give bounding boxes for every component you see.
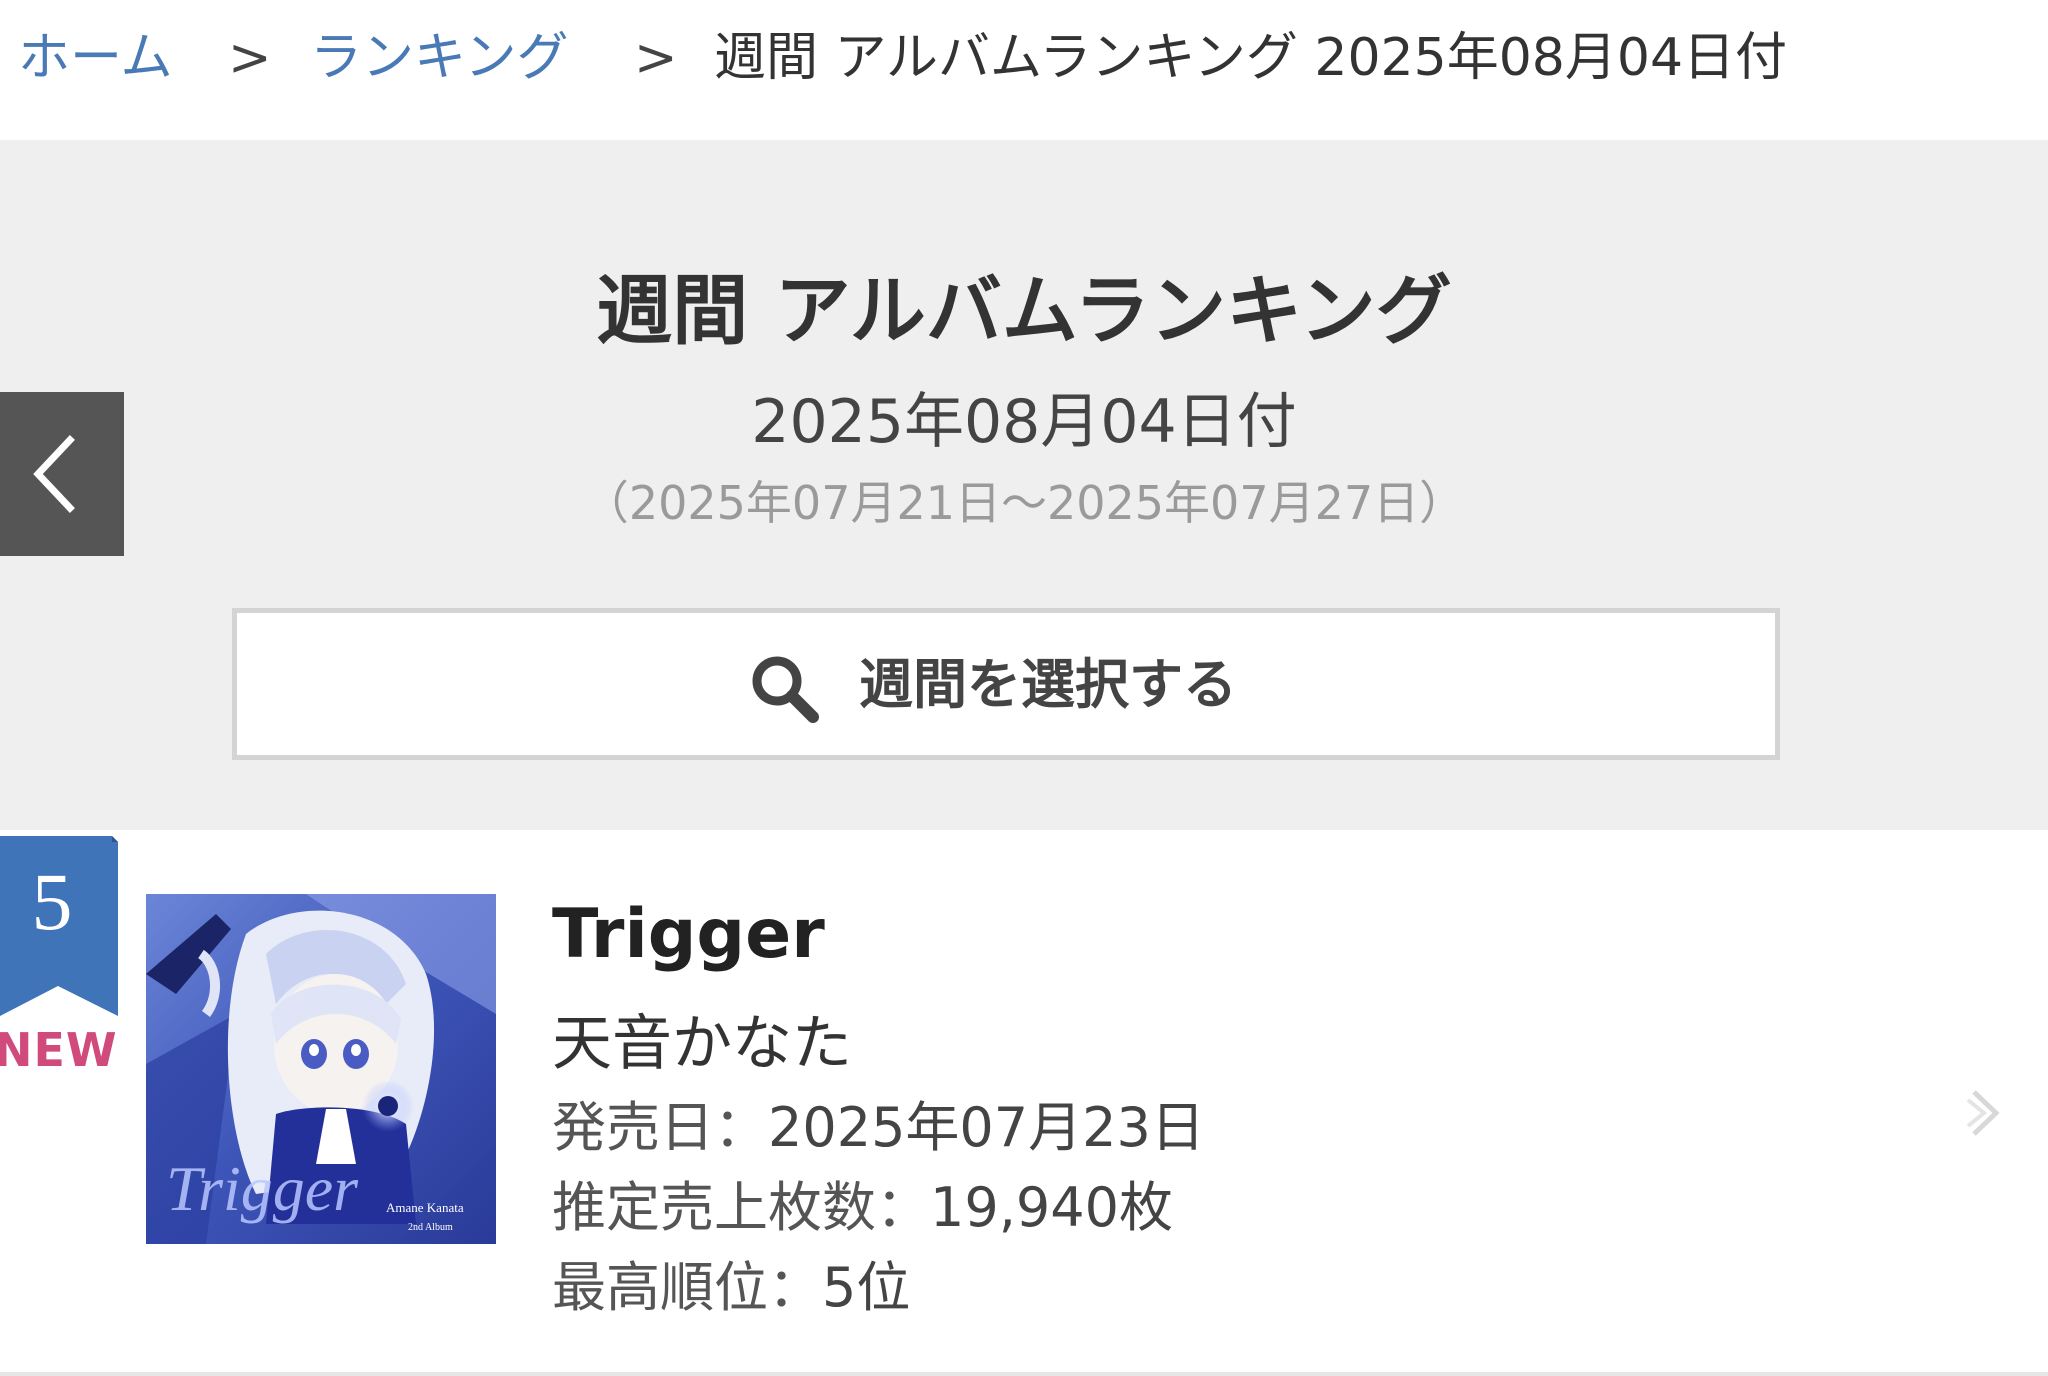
breadcrumb-separator: > xyxy=(228,28,272,88)
release-date-value: 2025年07月23日 xyxy=(768,1096,1205,1159)
breadcrumb-home-link[interactable]: ホーム xyxy=(18,22,172,94)
ranking-date-range: （2025年07月21日～2025年07月27日） xyxy=(582,476,1466,530)
release-date-line: 発売日：2025年07月23日 xyxy=(552,1092,1205,1164)
sales-value: 19,940枚 xyxy=(930,1176,1173,1239)
album-cover-title: Trigger xyxy=(166,1153,359,1224)
rank-number: 5 xyxy=(31,856,73,947)
ranking-date: 2025年08月04日付 xyxy=(751,387,1297,457)
breadcrumb-current: 週間 アルバムランキング 2025年08月04日付 xyxy=(714,28,1788,88)
album-cover-edition: 2nd Album xyxy=(408,1222,453,1233)
list-divider xyxy=(0,1372,2048,1376)
new-entry-badge: NEW xyxy=(0,1023,118,1077)
breadcrumb-ranking-link[interactable]: ランキング xyxy=(310,22,568,94)
peak-rank-line: 最高順位：5位 xyxy=(552,1252,910,1324)
album-title[interactable]: Trigger xyxy=(552,890,825,980)
search-icon xyxy=(752,656,819,723)
album-cover-artist: Amane Kanata xyxy=(386,1200,464,1215)
chevron-left-icon xyxy=(33,435,75,513)
chevron-right-icon[interactable] xyxy=(1966,1086,2006,1140)
page-title: 週間 アルバムランキング xyxy=(596,265,1452,355)
album-artist: 天音かなた xyxy=(552,1009,852,1079)
peak-rank-value: 5位 xyxy=(822,1256,911,1319)
previous-week-button[interactable] xyxy=(0,392,124,556)
album-cover-image[interactable]: Trigger Amane Kanata 2nd Album xyxy=(146,894,496,1244)
select-week-button[interactable]: 週間を選択する xyxy=(232,608,1780,760)
peak-rank-label: 最高順位： xyxy=(552,1256,822,1319)
release-date-label: 発売日： xyxy=(552,1096,768,1159)
select-week-label: 週間を選択する xyxy=(859,653,1237,716)
breadcrumb: ホーム > ランキング > 週間 アルバムランキング 2025年08月04日付 xyxy=(0,0,2048,140)
album-cover-illustration: Trigger Amane Kanata 2nd Album xyxy=(146,894,496,1244)
sales-label: 推定売上枚数： xyxy=(552,1176,930,1239)
breadcrumb-separator: > xyxy=(634,28,678,88)
sales-line: 推定売上枚数：19,940枚 xyxy=(552,1172,1173,1244)
